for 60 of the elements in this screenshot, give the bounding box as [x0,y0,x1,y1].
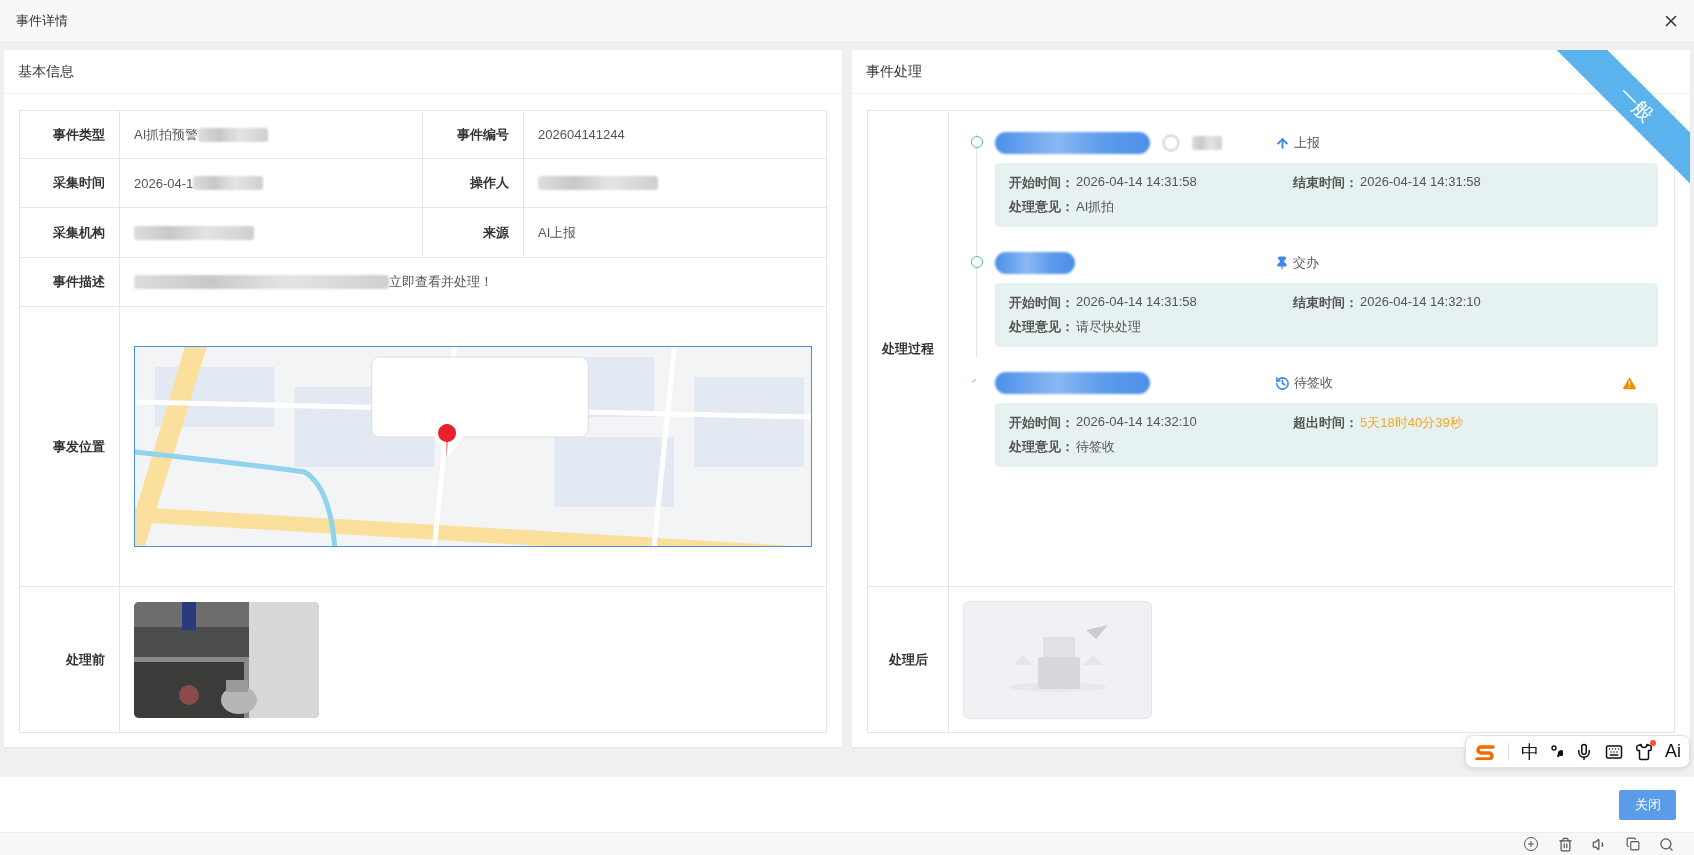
field-label: 操作人 [470,174,509,192]
field-label: 处理意见： [1009,438,1074,456]
copy-icon[interactable] [1626,837,1640,851]
field-label: 事件描述 [53,273,105,291]
warning-icon [1621,374,1638,392]
history-icon [1275,375,1290,391]
field-label: 开始时间： [1009,414,1074,432]
search-icon[interactable] [1659,836,1674,852]
trash-icon[interactable] [1558,836,1573,852]
pin-icon [1275,256,1289,270]
blurred-text [1192,136,1222,150]
timeline-dot [971,256,983,268]
blurred-text [193,176,264,190]
field-label: 结束时间： [1293,294,1358,312]
keyboard-icon[interactable] [1605,742,1623,761]
field-value: 2026-04-14 14:32:10 [1076,414,1197,431]
blurred-text [198,127,269,142]
cell-value: AI抓拍预警 [134,125,199,144]
field-label: 处理后 [888,650,928,669]
field-label: 来源 [483,223,509,242]
step-action: 交办 [1275,254,1319,272]
field-value: 2026-04-14 14:31:58 [1076,174,1197,191]
input-mode-toggle[interactable]: 中 [1521,739,1539,764]
field-value: 请尽快处理 [1076,318,1141,336]
microphone-icon[interactable] [1575,742,1593,761]
timeline-dot [971,136,983,148]
cell-value: 立即查看并处理！ [389,273,493,291]
field-value: 2026-04-14 14:32:10 [1360,294,1481,311]
panel-title: 事件处理 [866,62,922,81]
ai-button[interactable]: Ai [1665,741,1681,762]
avatar-icon [1162,134,1180,152]
sogou-logo-icon[interactable] [1474,743,1496,760]
shirt-icon[interactable] [1635,742,1653,761]
field-label: 开始时间： [1009,294,1074,312]
field-value: 5天18时40分39秒 [1360,414,1463,432]
dialog-title: 事件详情 [16,11,68,30]
field-label: 事发位置 [53,437,105,456]
cell-value: 202604141244 [538,127,625,142]
cell-value: 2026-04-1 [134,175,194,191]
field-value: AI抓拍 [1076,198,1115,216]
field-label: 处理过程 [882,339,934,358]
panel-title: 基本信息 [18,62,74,81]
field-label: 超出时间： [1293,414,1358,432]
circle-plus-icon[interactable] [1523,836,1539,852]
field-value: 待签收 [1076,438,1115,456]
field-label: 处理前 [66,650,105,669]
field-label: 结束时间： [1293,174,1358,192]
field-value: 2026-04-14 14:31:58 [1076,294,1197,311]
field-label: 处理意见： [1009,198,1074,216]
field-label: 事件类型 [53,125,105,144]
punctuation-icon[interactable] [1551,743,1563,760]
field-label: 处理意见： [1009,318,1074,336]
field-label: 采集机构 [53,223,105,242]
step-action: 上报 [1275,134,1320,152]
field-label: 事件编号 [457,125,509,144]
field-value: 2026-04-14 14:31:58 [1360,174,1481,191]
field-label: 开始时间： [1009,174,1074,192]
step-action: 待签收 [1275,374,1333,392]
cell-value: AI上报 [538,223,577,242]
field-label: 采集时间 [53,174,105,192]
